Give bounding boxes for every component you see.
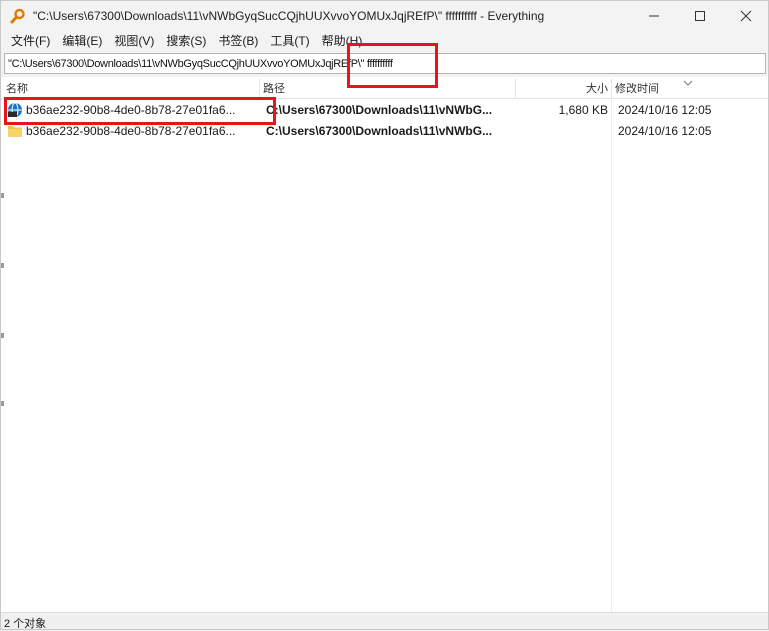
column-separator[interactable] xyxy=(611,79,612,99)
menu-bookmarks[interactable]: 书签(B) xyxy=(212,31,264,51)
edge-artifact xyxy=(1,193,4,198)
minimize-button[interactable] xyxy=(631,1,677,31)
title-bar[interactable]: "C:\Users\67300\Downloads\11\vNWbGyqSucC… xyxy=(1,1,768,31)
maximize-icon xyxy=(695,11,705,21)
menu-tools[interactable]: 工具(T) xyxy=(264,31,315,51)
highlight-box-search-term xyxy=(347,43,438,88)
sort-descending-icon xyxy=(683,80,693,86)
column-path-header[interactable]: 路径 xyxy=(263,79,285,99)
close-icon xyxy=(740,10,752,22)
highlight-box-first-result xyxy=(4,97,276,125)
edge-artifact xyxy=(1,263,4,268)
menu-file[interactable]: 文件(F) xyxy=(5,31,56,51)
result-path: C:\Users\67300\Downloads\11\vNWbG... xyxy=(266,124,493,138)
status-bar: 2 个对象 xyxy=(1,612,768,630)
edge-artifact xyxy=(1,401,4,406)
everything-window: "C:\Users\67300\Downloads\11\vNWbGyqSucC… xyxy=(0,0,769,630)
result-size: 1,680 KB xyxy=(558,103,608,117)
column-separator[interactable] xyxy=(259,79,260,99)
result-modified: 2024/10/16 12:05 xyxy=(618,103,712,117)
column-divider xyxy=(611,100,612,612)
results-list[interactable]: b36ae232-90b8-4de0-8b78-27e01fa6... C:\U… xyxy=(1,100,768,612)
object-count: 2 个对象 xyxy=(4,618,47,630)
column-modified-header[interactable]: 修改时间 xyxy=(615,79,659,99)
menu-view[interactable]: 视图(V) xyxy=(108,31,160,51)
result-path: C:\Users\67300\Downloads\11\vNWbG... xyxy=(266,103,493,117)
folder-icon xyxy=(8,126,22,137)
result-modified: 2024/10/16 12:05 xyxy=(618,124,712,138)
window-title: "C:\Users\67300\Downloads\11\vNWbGyqSucC… xyxy=(33,9,545,23)
menu-edit[interactable]: 编辑(E) xyxy=(56,31,108,51)
menu-search[interactable]: 搜索(S) xyxy=(160,31,212,51)
edge-artifact xyxy=(1,333,4,338)
column-name-header[interactable]: 名称 xyxy=(6,79,28,99)
magnifier-icon xyxy=(10,8,25,24)
close-button[interactable] xyxy=(723,1,769,31)
column-size-header[interactable]: 大小 xyxy=(516,79,608,99)
minimize-icon xyxy=(649,15,659,17)
result-size xyxy=(516,121,608,141)
maximize-button[interactable] xyxy=(677,1,723,31)
